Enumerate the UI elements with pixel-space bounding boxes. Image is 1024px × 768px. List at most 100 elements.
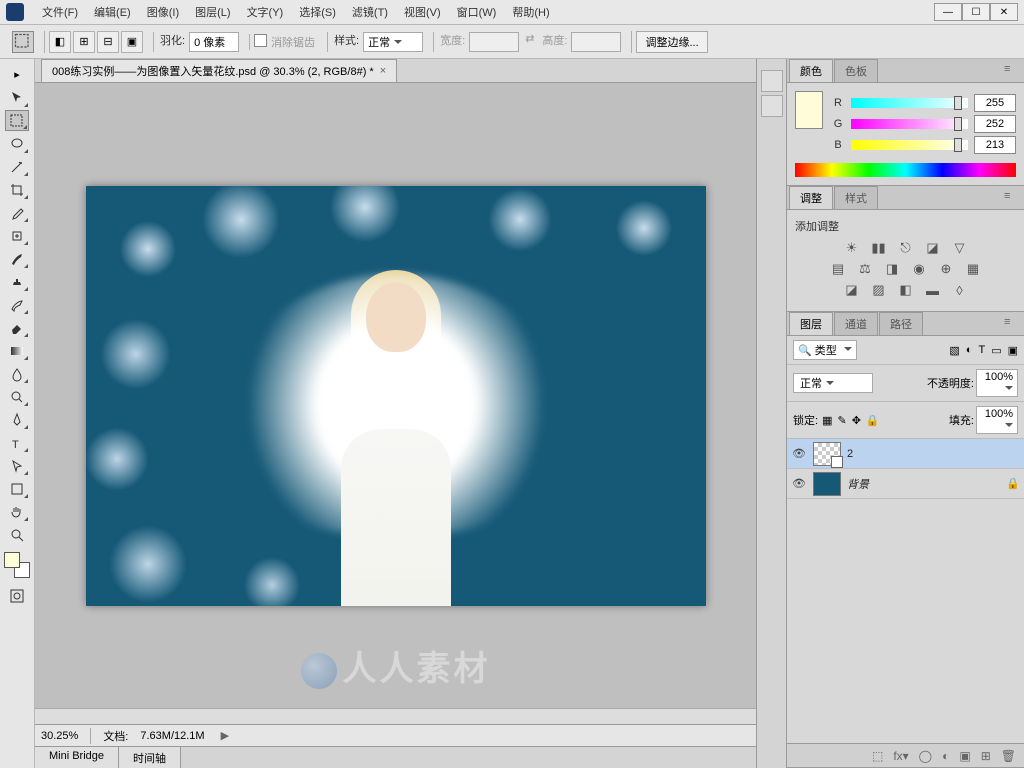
- tab-paths[interactable]: 路径: [879, 312, 923, 335]
- hue-icon[interactable]: ▤: [829, 261, 847, 277]
- color-swatches[interactable]: [4, 552, 30, 578]
- magic-wand-tool[interactable]: [5, 156, 29, 177]
- photo-filter-icon[interactable]: ◉: [910, 261, 928, 277]
- lock-all-icon[interactable]: 🔒: [866, 414, 880, 427]
- properties-panel-icon[interactable]: [761, 95, 783, 117]
- invert-icon[interactable]: ◪: [843, 282, 861, 298]
- menu-item[interactable]: 滤镜(T): [344, 0, 396, 24]
- refine-edge-button[interactable]: 调整边缘...: [636, 31, 707, 53]
- visibility-toggle[interactable]: [791, 446, 807, 462]
- menu-item[interactable]: 图层(L): [187, 0, 238, 24]
- filter-pixel-icon[interactable]: ▧: [949, 344, 959, 357]
- layer-item[interactable]: 2: [787, 439, 1024, 469]
- layer-mask-icon[interactable]: ◯: [919, 749, 932, 763]
- selective-color-icon[interactable]: ◊: [951, 282, 969, 298]
- horizontal-scrollbar[interactable]: [35, 708, 756, 724]
- pen-tool[interactable]: [5, 409, 29, 430]
- lock-transparency-icon[interactable]: ▦: [822, 414, 832, 427]
- lock-pixels-icon[interactable]: ✎: [837, 414, 846, 427]
- add-selection-button[interactable]: ⊞: [73, 31, 95, 53]
- tab-layers[interactable]: 图层: [789, 312, 833, 335]
- blur-tool[interactable]: [5, 363, 29, 384]
- color-slider[interactable]: [851, 119, 968, 129]
- color-slider[interactable]: [851, 140, 968, 150]
- menu-item[interactable]: 视图(V): [396, 0, 449, 24]
- crop-tool[interactable]: [5, 179, 29, 200]
- zoom-tool[interactable]: [5, 524, 29, 545]
- tab-styles[interactable]: 样式: [834, 186, 878, 209]
- color-spectrum[interactable]: [795, 163, 1016, 177]
- hand-tool[interactable]: [5, 501, 29, 522]
- tab-adjustments[interactable]: 调整: [789, 186, 833, 209]
- gradient-map-icon[interactable]: ▬: [924, 282, 942, 298]
- filter-type-icon[interactable]: T: [978, 344, 985, 357]
- filter-adjust-icon[interactable]: ◐: [966, 344, 973, 357]
- layer-fx-icon[interactable]: fx▾: [893, 749, 908, 763]
- menu-item[interactable]: 图像(I): [139, 0, 187, 24]
- path-selection-tool[interactable]: [5, 455, 29, 476]
- menu-item[interactable]: 编辑(E): [86, 0, 139, 24]
- canvas[interactable]: [86, 186, 706, 606]
- curves-icon[interactable]: ⎋: [897, 240, 915, 256]
- exposure-icon[interactable]: ◪: [924, 240, 942, 256]
- menu-item[interactable]: 文件(F): [34, 0, 86, 24]
- menu-item[interactable]: 选择(S): [291, 0, 344, 24]
- history-brush-tool[interactable]: [5, 294, 29, 315]
- bw-icon[interactable]: ◨: [883, 261, 901, 277]
- new-group-icon[interactable]: ▣: [959, 749, 970, 763]
- link-layers-icon[interactable]: ⬚: [872, 749, 883, 763]
- eyedropper-tool[interactable]: [5, 202, 29, 223]
- current-color-swatch[interactable]: [795, 91, 823, 129]
- quick-mask-button[interactable]: [5, 585, 29, 606]
- new-adjustment-icon[interactable]: ◐: [942, 749, 949, 763]
- style-select[interactable]: 正常: [363, 32, 423, 52]
- menu-item[interactable]: 文字(Y): [239, 0, 292, 24]
- new-selection-button[interactable]: ◧: [49, 31, 71, 53]
- brightness-icon[interactable]: ☀: [843, 240, 861, 256]
- tab-swatches[interactable]: 色板: [834, 59, 878, 82]
- lasso-tool[interactable]: [5, 133, 29, 154]
- menu-item[interactable]: 窗口(W): [449, 0, 505, 24]
- gradient-tool[interactable]: [5, 340, 29, 361]
- bottom-tab[interactable]: Mini Bridge: [35, 747, 119, 768]
- marquee-tool[interactable]: [5, 110, 29, 131]
- color-value-input[interactable]: 213: [974, 136, 1016, 154]
- clone-stamp-tool[interactable]: [5, 271, 29, 292]
- tab-channels[interactable]: 通道: [834, 312, 878, 335]
- expand-tools-icon[interactable]: ▸: [5, 64, 29, 85]
- maximize-button[interactable]: ☐: [962, 3, 990, 21]
- type-tool[interactable]: T: [5, 432, 29, 453]
- lock-position-icon[interactable]: ✥: [852, 414, 861, 427]
- intersect-selection-button[interactable]: ▣: [121, 31, 143, 53]
- menu-item[interactable]: 帮助(H): [504, 0, 557, 24]
- fill-input[interactable]: 100%: [976, 406, 1018, 434]
- layer-thumbnail[interactable]: [813, 442, 841, 466]
- blend-mode-select[interactable]: 正常: [793, 373, 873, 393]
- shape-tool[interactable]: [5, 478, 29, 499]
- minimize-button[interactable]: —: [934, 3, 962, 21]
- panel-menu-icon[interactable]: [1004, 190, 1020, 202]
- color-value-input[interactable]: 252: [974, 115, 1016, 133]
- visibility-toggle[interactable]: [791, 476, 807, 492]
- balance-icon[interactable]: ⚖: [856, 261, 874, 277]
- zoom-level[interactable]: 30.25%: [41, 730, 78, 742]
- layer-item[interactable]: 背景 🔒: [787, 469, 1024, 499]
- canvas-viewport[interactable]: 人人素材: [35, 83, 756, 708]
- threshold-icon[interactable]: ◧: [897, 282, 915, 298]
- dodge-tool[interactable]: [5, 386, 29, 407]
- color-value-input[interactable]: 255: [974, 94, 1016, 112]
- posterize-icon[interactable]: ▨: [870, 282, 888, 298]
- close-tab-icon[interactable]: ×: [380, 65, 386, 77]
- layer-filter-select[interactable]: 🔍 类型: [793, 340, 857, 360]
- layer-thumbnail[interactable]: [813, 472, 841, 496]
- opacity-input[interactable]: 100%: [976, 369, 1018, 397]
- bottom-tab[interactable]: 时间轴: [119, 747, 181, 768]
- tool-preset-button[interactable]: [12, 31, 34, 53]
- status-menu-icon[interactable]: ▶: [221, 729, 229, 742]
- filter-shape-icon[interactable]: ▭: [991, 344, 1001, 357]
- history-panel-icon[interactable]: [761, 70, 783, 92]
- close-button[interactable]: ✕: [990, 3, 1018, 21]
- foreground-color-swatch[interactable]: [4, 552, 20, 568]
- eraser-tool[interactable]: [5, 317, 29, 338]
- move-tool[interactable]: [5, 87, 29, 108]
